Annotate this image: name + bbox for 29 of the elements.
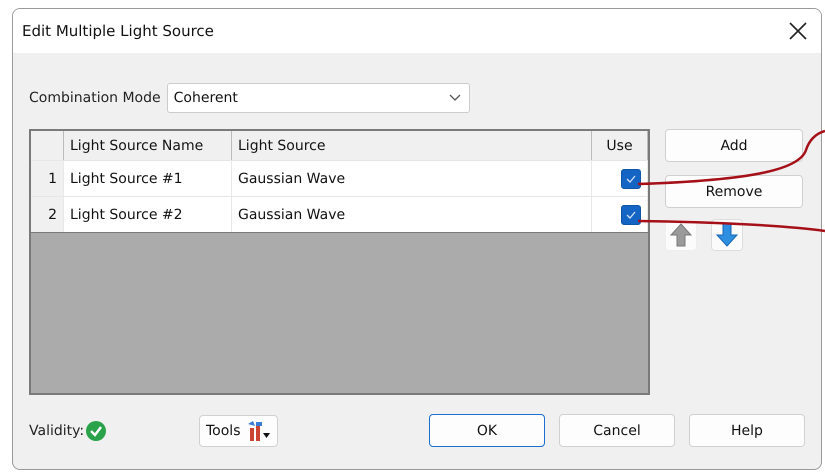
row-number: 1 [31, 161, 64, 196]
table-cell: Light Source #2 [64, 197, 232, 232]
table-cell: Gaussian Wave [232, 161, 592, 196]
column-header: Use [592, 131, 648, 160]
tools-button[interactable]: Tools [199, 414, 278, 446]
ok-button[interactable]: OK [429, 414, 545, 447]
field-label: Combination Mode [29, 90, 161, 106]
close-icon [789, 22, 807, 40]
check-icon [626, 174, 636, 182]
window-title: Edit Multiple Light Source [22, 22, 214, 40]
use-checkbox[interactable] [621, 204, 641, 224]
chevron-icon [448, 94, 461, 102]
add-button[interactable]: Add [665, 129, 803, 162]
tools-icon [246, 420, 270, 442]
cancel-button[interactable]: Cancel [559, 414, 675, 447]
row-number: 2 [31, 197, 64, 232]
table-cell: Light Source #1 [64, 161, 232, 196]
up-arrow-icon [670, 223, 692, 247]
remove-button[interactable]: Remove [665, 175, 803, 208]
table-cell: Gaussian Wave [232, 197, 592, 232]
column-header: Light Source Name [64, 131, 232, 160]
help-button[interactable]: Help [689, 414, 805, 447]
validity-label: Validity: [29, 422, 84, 438]
column-header: Light Source [232, 131, 592, 160]
check-icon [626, 210, 636, 218]
down-arrow-icon [716, 223, 738, 247]
mode-dropdown[interactable]: Coherent [166, 83, 470, 113]
use-checkbox[interactable] [621, 168, 641, 188]
move-down-button[interactable] [711, 219, 743, 251]
